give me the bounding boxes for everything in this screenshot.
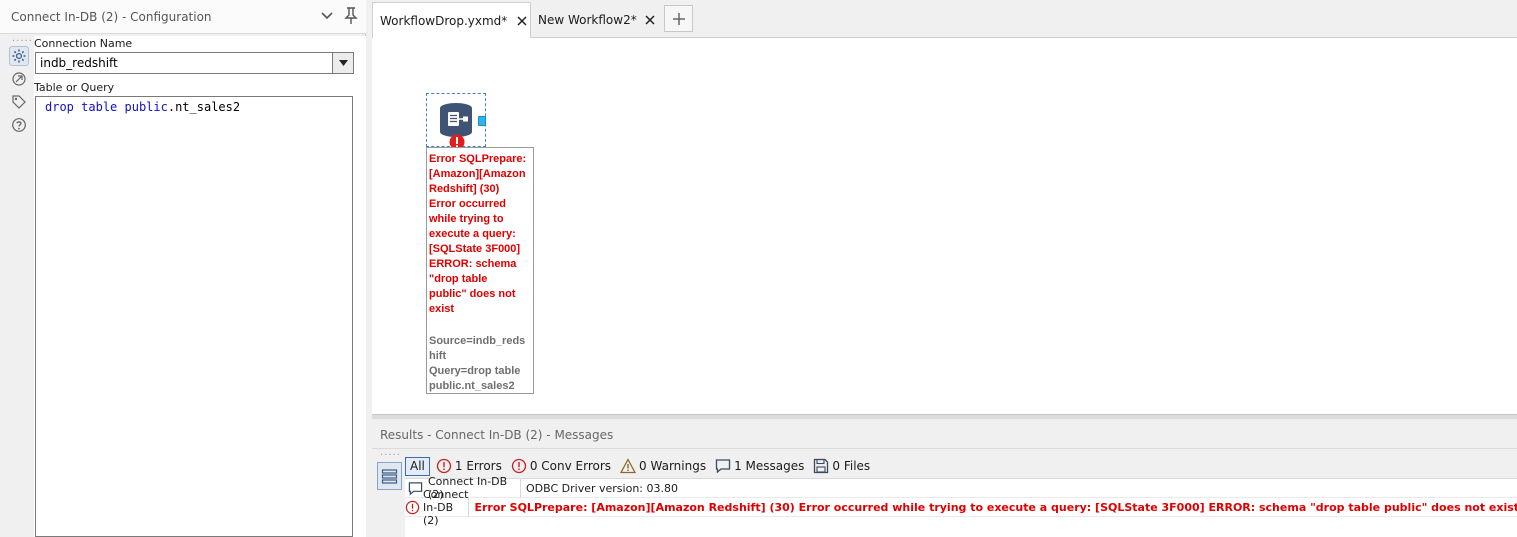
row-icon-cell (405, 479, 425, 498)
error-line: while trying to (429, 213, 504, 225)
filter-warnings-label: 0 Warnings (639, 459, 707, 473)
error-line: public" does not (429, 288, 516, 300)
annotation-arrow-icon (12, 72, 26, 86)
filter-errors-button[interactable]: 1 Errors (436, 458, 502, 474)
help-icon (12, 118, 26, 132)
tag-icon (12, 95, 26, 109)
tool-error-text: Error SQLPrepare: [Amazon][Amazon Redshi… (429, 152, 531, 317)
plus-icon (672, 12, 685, 25)
list-icon (381, 468, 398, 484)
query-editor[interactable]: drop table public.nt_sales2 (35, 96, 353, 537)
info-line: Source=indb_reds (429, 335, 526, 347)
tab-new-workflow2[interactable]: New Workflow2* (531, 2, 659, 38)
info-line: Query=drop table (429, 365, 521, 377)
error-line: [Amazon][Amazon (429, 168, 526, 180)
panel-grip: ····· (12, 36, 33, 47)
error-line: exist (429, 303, 455, 315)
tab-label: WorkflowDrop.yxmd* (380, 13, 508, 28)
filter-all-button[interactable]: All (405, 456, 430, 476)
row-icon-cell (405, 498, 420, 517)
gear-icon (12, 49, 26, 63)
filter-messages-button[interactable]: 1 Messages (715, 458, 804, 474)
error-circle-icon (405, 500, 420, 514)
info-line: hift (429, 350, 447, 362)
row-tool-name: Connect In-DB (2) (420, 488, 470, 527)
connection-name-value: indb_redshift (40, 56, 118, 70)
results-filter-bar: All 1 Errors 0 Conv Errors 0 Warnings 1 … (405, 456, 879, 476)
connection-name-label: Connection Name (34, 37, 133, 50)
query-keyword: drop (45, 100, 74, 114)
message-bubble-icon (715, 459, 731, 474)
panel-grip: ····· (380, 450, 401, 461)
conv-error-circle-icon (511, 458, 526, 474)
row-message: ODBC Driver version: 03.80 (526, 481, 678, 495)
results-title: Results - Connect In-DB (2) - Messages (380, 428, 614, 442)
close-icon[interactable] (516, 15, 528, 27)
error-line: Error occurred (429, 198, 507, 210)
list-view-button[interactable] (377, 462, 402, 490)
tab-help[interactable] (9, 115, 29, 135)
filter-conv-errors-button[interactable]: 0 Conv Errors (511, 458, 611, 474)
error-circle-icon (436, 458, 452, 474)
error-line: ERROR: schema (429, 258, 517, 270)
info-line: public.nt_sales2 (429, 380, 515, 392)
filter-warnings-button[interactable]: 0 Warnings (620, 458, 706, 474)
error-line: Redshift] (30) (429, 183, 500, 195)
filter-files-label: 0 Files (832, 459, 871, 473)
tool-error-annotation: Error SQLPrepare: [Amazon][Amazon Redshi… (426, 147, 534, 394)
error-line: execute a query: (429, 228, 516, 240)
save-file-icon (814, 458, 829, 474)
row-message: Error SQLPrepare: [Amazon][Amazon Redshi… (474, 500, 1517, 514)
pin-icon[interactable] (343, 7, 359, 25)
error-line: "drop table (429, 273, 488, 285)
filter-messages-label: 1 Messages (734, 459, 805, 473)
workflow-tabbar: WorkflowDrop.yxmd* New Workflow2* (372, 0, 1517, 38)
error-line: Error SQLPrepare: (429, 153, 527, 165)
tab-tags[interactable] (9, 92, 29, 112)
table-or-query-label: Table or Query (34, 81, 115, 94)
tool-info-text: Source=indb_reds hift Query=drop table p… (429, 334, 531, 394)
connect-in-db-icon[interactable] (438, 102, 474, 138)
results-table: Connect In-DB (2) ODBC Driver version: 0… (405, 475, 1517, 537)
query-text: drop table public.nt_sales2 (45, 100, 240, 114)
configuration-panel-header: Connect In-DB (2) - Configuration (0, 0, 366, 34)
error-line: [SQLState 3F000] (429, 243, 521, 255)
table-row[interactable]: Connect In-DB (2) Error SQLPrepare: [Ama… (405, 488, 1517, 527)
add-tab-button[interactable] (664, 5, 693, 32)
query-keyword: table (81, 100, 118, 114)
results-header: Results - Connect In-DB (2) - Messages (372, 419, 1517, 449)
configuration-panel-title: Connect In-DB (2) - Configuration (11, 10, 212, 24)
close-icon[interactable] (644, 14, 656, 26)
query-keyword: public (124, 100, 168, 114)
message-bubble-icon (408, 481, 422, 495)
results-panel: Results - Connect In-DB (2) - Messages ·… (372, 419, 1517, 537)
filter-files-button[interactable]: 0 Files (813, 458, 870, 474)
caret-down-icon (338, 60, 348, 66)
dropdown-button[interactable] (332, 52, 354, 74)
tab-configuration[interactable] (9, 46, 29, 66)
table-row[interactable]: Connect In-DB (2) ODBC Driver version: 0… (405, 475, 1517, 501)
workflow-canvas[interactable]: Error SQLPrepare: [Amazon][Amazon Redshi… (372, 38, 1517, 414)
filter-errors-label: 1 Errors (454, 459, 502, 473)
tab-workflowdrop[interactable]: WorkflowDrop.yxmd* (372, 2, 531, 38)
connection-name-dropdown[interactable]: indb_redshift (35, 52, 354, 74)
configuration-form: Connection Name indb_redshift Table or Q… (34, 36, 366, 537)
output-anchor[interactable] (478, 116, 486, 126)
filter-conv-errors-label: 0 Conv Errors (529, 459, 612, 473)
configuration-panel: Connect In-DB (2) - Configuration ····· (0, 0, 366, 537)
warning-triangle-icon (620, 458, 637, 474)
query-identifier: .nt_sales2 (167, 100, 241, 114)
chevron-down-icon[interactable] (320, 9, 334, 23)
tab-label: New Workflow2* (538, 13, 637, 27)
tab-annotation[interactable] (9, 69, 29, 89)
